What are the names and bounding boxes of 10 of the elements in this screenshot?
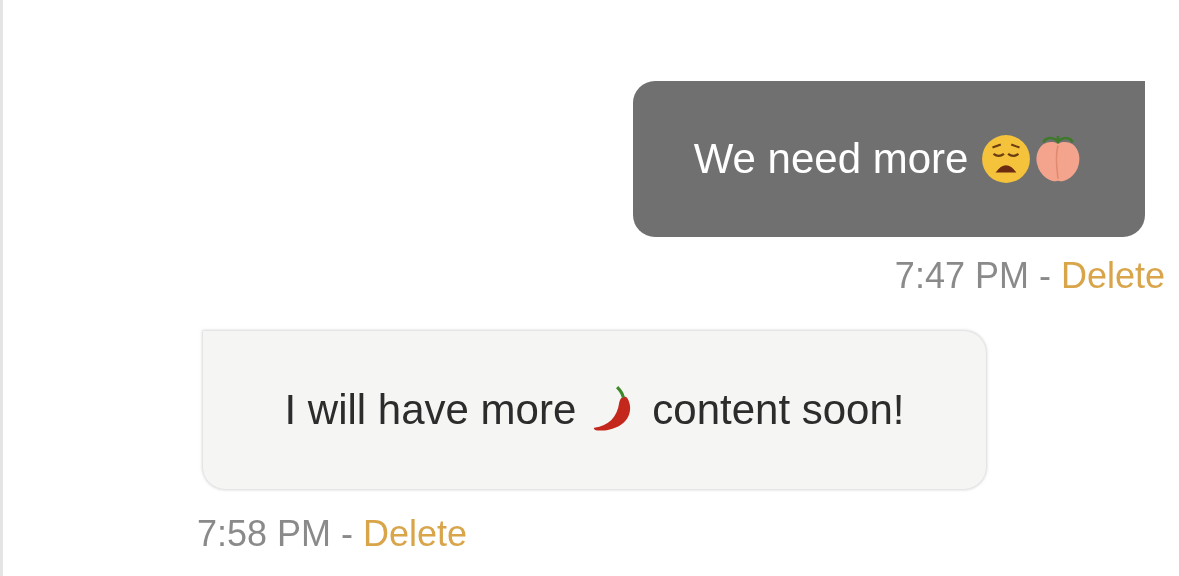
delete-link[interactable]: Delete xyxy=(363,513,468,555)
timestamp: 7:47 PM xyxy=(894,255,1029,297)
separator: - xyxy=(1038,255,1051,297)
message-text: We need more xyxy=(693,135,969,183)
weary-face-icon xyxy=(980,133,1033,185)
message-text: content soon! xyxy=(652,386,905,434)
timestamp: 7:58 PM xyxy=(197,513,332,555)
delete-link[interactable]: Delete xyxy=(1060,255,1165,297)
separator: - xyxy=(341,513,354,555)
message-text: I will have more xyxy=(284,386,577,434)
